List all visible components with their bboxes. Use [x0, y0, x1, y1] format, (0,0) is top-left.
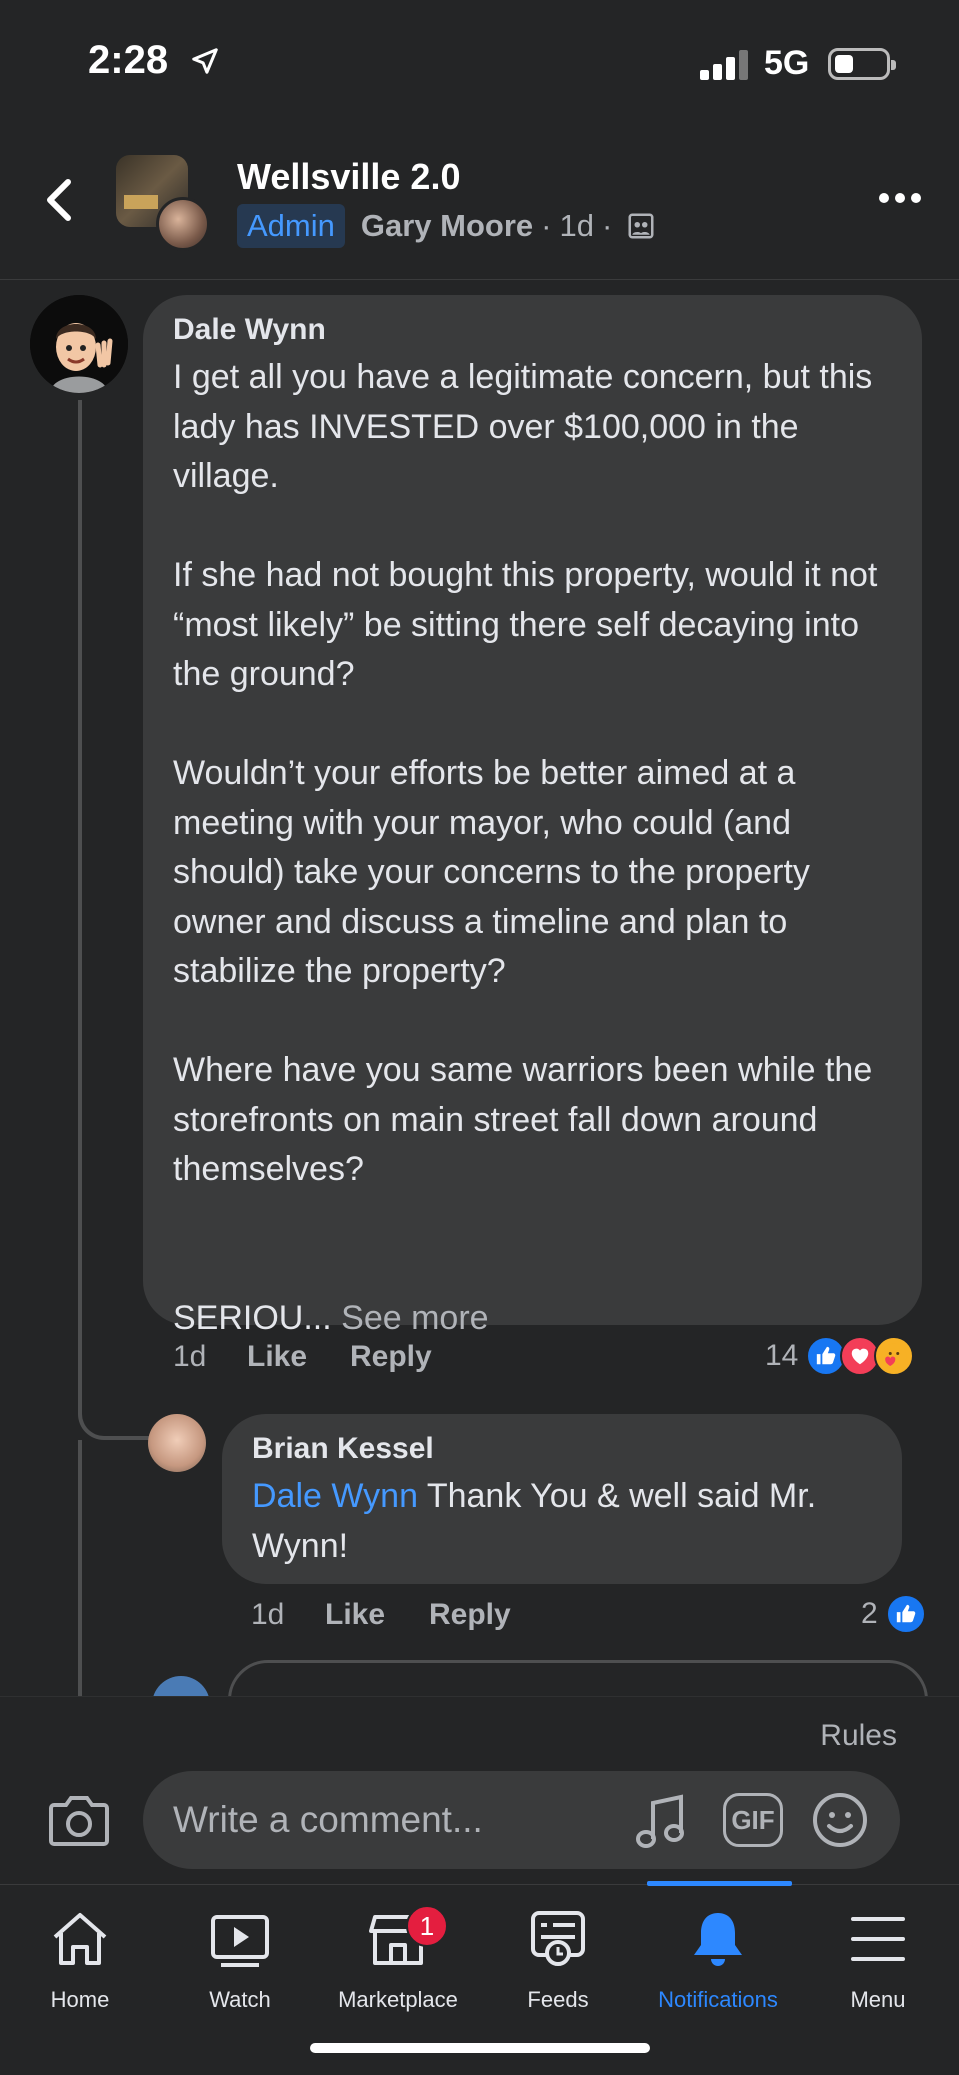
like-button[interactable]: Like	[247, 1340, 307, 1374]
reaction-summary[interactable]: 14	[765, 1336, 915, 1376]
reply-reply-button[interactable]: Reply	[429, 1598, 511, 1632]
more-options-icon[interactable]	[878, 188, 922, 208]
commenter-avatar[interactable]	[30, 295, 128, 393]
nav-menu[interactable]: Menu	[798, 1885, 958, 2025]
nav-watch-label: Watch	[209, 1987, 271, 2012]
care-reaction-icon	[874, 1336, 915, 1376]
comment-input[interactable]: Write a comment... GIF	[143, 1771, 900, 1869]
reaction-count: 14	[765, 1339, 799, 1372]
mention-link[interactable]: Dale Wynn	[252, 1477, 418, 1515]
group-name[interactable]: Wellsville 2.0	[237, 156, 460, 198]
post-header: Wellsville 2.0 Admin Gary Moore · 1d ·	[0, 140, 959, 280]
group-audience-icon	[628, 213, 654, 239]
emoji-icon[interactable]	[811, 1791, 869, 1849]
thread-line-continued	[78, 1440, 82, 1700]
nav-marketplace-label: Marketplace	[338, 1987, 458, 2012]
comment-composer: Rules Write a comment... GIF	[0, 1696, 959, 1884]
reply-reaction-count: 2	[861, 1597, 878, 1630]
back-button[interactable]	[38, 170, 78, 230]
nav-menu-label: Menu	[850, 1987, 906, 2012]
reply-like-reaction-icon	[885, 1594, 926, 1634]
reply-reaction-summary[interactable]: 2	[861, 1594, 926, 1634]
nav-watch[interactable]: Watch	[160, 1885, 320, 2025]
comment-time: 1d	[173, 1340, 207, 1373]
bell-icon	[694, 1913, 742, 1966]
author-avatar	[156, 197, 210, 251]
battery-icon	[828, 48, 896, 80]
nav-home[interactable]: Home	[0, 1885, 160, 2025]
group-avatar[interactable]	[116, 155, 210, 251]
comment-author[interactable]: Dale Wynn	[173, 313, 892, 347]
home-icon	[53, 1913, 107, 1965]
gif-button[interactable]: GIF	[723, 1793, 783, 1847]
comment-text: I get all you have a legitimate concern,…	[173, 353, 892, 1343]
reply-author[interactable]: Brian Kessel	[252, 1432, 872, 1466]
meta-separator: ·	[541, 208, 552, 243]
nav-notifications-label: Notifications	[658, 1987, 778, 2012]
feeds-icon	[531, 1911, 585, 1966]
nav-marketplace[interactable]: 1 Marketplace	[318, 1885, 478, 2025]
nav-feeds[interactable]: Feeds	[478, 1885, 638, 2025]
nav-home-label: Home	[50, 1987, 110, 2012]
location-arrow-icon	[192, 48, 218, 74]
signal-icon	[700, 48, 748, 80]
memoji-avatar-icon	[30, 295, 128, 393]
reply-thread-line	[78, 400, 150, 1440]
reply-text: Dale Wynn Thank You & well said Mr. Wynn…	[252, 1472, 872, 1571]
meta-separator-2: ·	[601, 208, 613, 243]
network-label: 5G	[764, 44, 810, 82]
post-time[interactable]: 1d	[559, 208, 593, 244]
comment-placeholder: Write a comment...	[173, 1799, 483, 1840]
reply-button[interactable]: Reply	[350, 1340, 432, 1374]
rules-link[interactable]: Rules	[820, 1719, 897, 1753]
comment-actions: 1d Like Reply 14	[173, 1336, 933, 1380]
reply-commenter-avatar[interactable]	[148, 1414, 206, 1472]
status-time: 2:28	[88, 38, 169, 82]
nav-feeds-label: Feeds	[527, 1987, 589, 2012]
nav-notifications[interactable]: Notifications	[638, 1885, 798, 2025]
reply-like-button[interactable]: Like	[325, 1598, 385, 1632]
post-meta: Admin Gary Moore · 1d ·	[237, 204, 656, 248]
admin-badge: Admin	[237, 204, 345, 248]
post-author[interactable]: Gary Moore	[361, 208, 533, 244]
home-indicator[interactable]	[310, 2043, 650, 2053]
reply-time: 1d	[251, 1598, 285, 1631]
reply-bubble[interactable]: Brian Kessel Dale Wynn Thank You & well …	[222, 1414, 902, 1584]
marketplace-badge: 1	[406, 1905, 448, 1947]
menu-icon	[851, 1917, 905, 1961]
status-bar: 2:28 5G	[0, 0, 959, 130]
reply-actions: 1d Like Reply 2	[251, 1594, 931, 1638]
see-more-link[interactable]: See more	[341, 1299, 488, 1337]
comment-body: I get all you have a legitimate concern,…	[173, 358, 878, 1337]
music-icon[interactable]	[633, 1793, 689, 1851]
camera-icon[interactable]	[48, 1793, 110, 1847]
watch-icon	[211, 1915, 269, 1967]
comment-bubble[interactable]: Dale Wynn I get all you have a legitimat…	[143, 295, 922, 1337]
